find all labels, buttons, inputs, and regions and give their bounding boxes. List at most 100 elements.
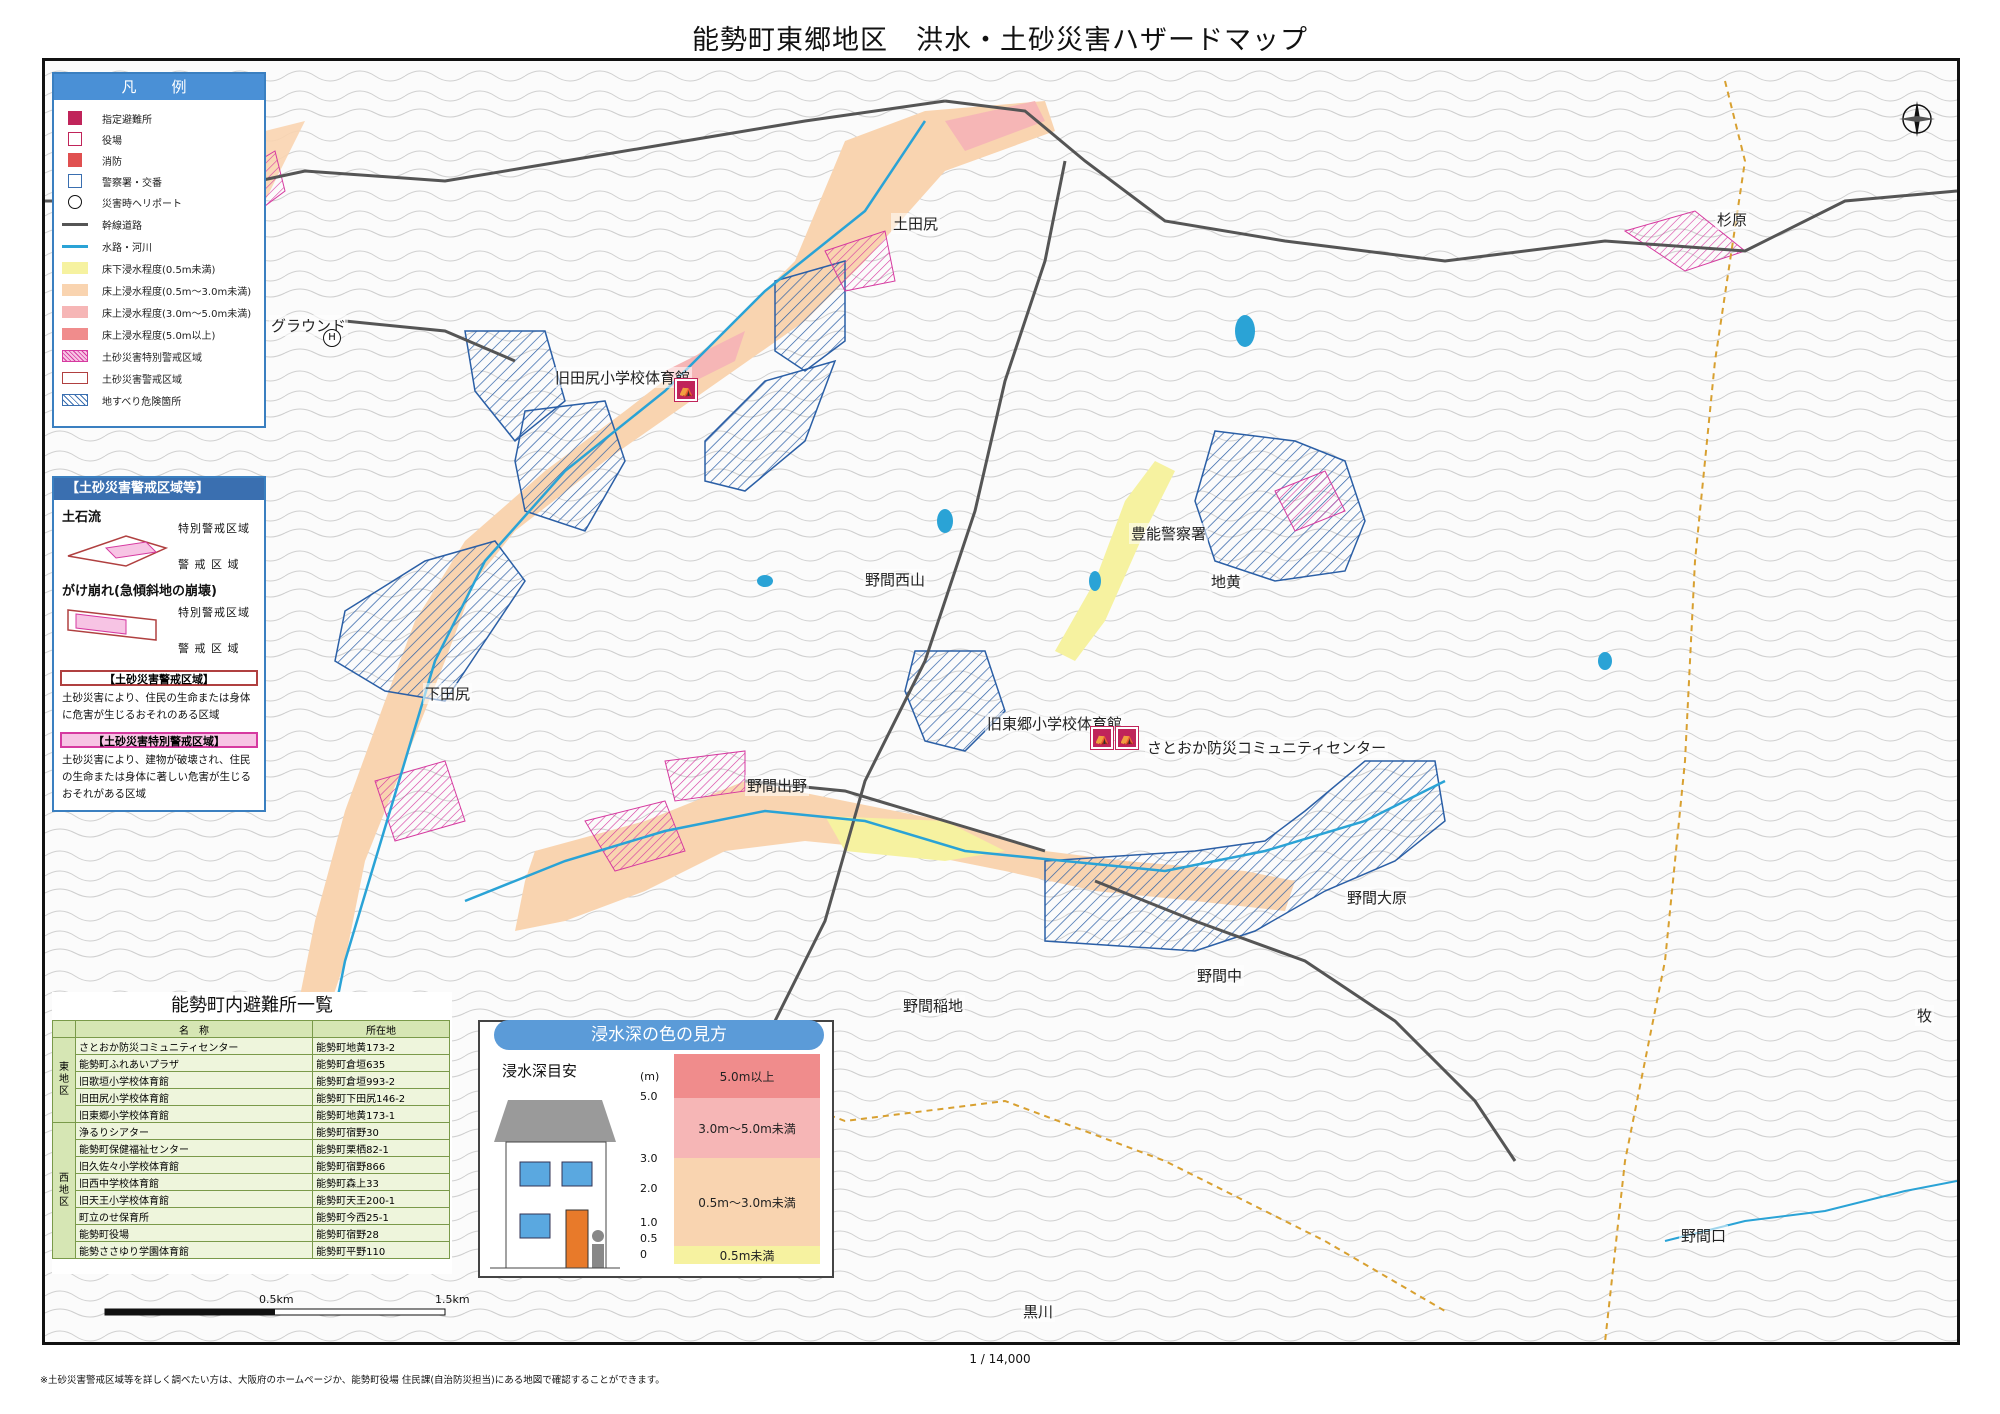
place-label: 野間口 xyxy=(1679,1225,1729,1246)
road-line xyxy=(62,222,88,226)
special-description: 土砂災害により、建物が破壊され、住民の生命または身体に著しい危害が生じるおそれが… xyxy=(62,754,251,800)
depth-tick: 1.0 xyxy=(640,1216,658,1229)
table-row: 旧天王小学校体育館 能勢町天王200-1 xyxy=(53,1190,450,1208)
depth-band: 0.5m未満 xyxy=(674,1246,820,1264)
table-row: 旧田尻小学校体育館 能勢町下田尻146-2 xyxy=(53,1088,450,1106)
place-label: 野間出野 xyxy=(745,775,810,796)
compass-icon xyxy=(1899,101,1935,137)
shelter-list: 能勢町内避難所一覧 名 称所在地 東地区 さとおか防災コミュニティセンター 能勢町地… xyxy=(52,992,452,1274)
legend-title: 凡 例 xyxy=(54,74,264,100)
warning-zone-label: 警 戒 区 域 xyxy=(178,558,240,571)
place-label: さとおか防災コミュニティセンター xyxy=(1145,737,1389,758)
depth-guide-panel: 浸水深の色の見方 浸水深目安 (m) 5.0 3.0 2.0 1.0 0.5 0… xyxy=(478,1020,834,1278)
shelter-marker[interactable]: ⛺ xyxy=(675,379,697,401)
landslide-swatch xyxy=(62,394,88,406)
flood-swatch xyxy=(62,262,88,274)
depth-tick: 5.0 xyxy=(640,1090,658,1103)
legend-item: 幹線道路 xyxy=(62,214,142,234)
depth-guide-subtitle: 浸水深目安 xyxy=(502,1062,578,1080)
special-zone-swatch xyxy=(62,350,88,362)
special-zone-label: 特別警戒区域 xyxy=(178,606,250,619)
special-zone-label: 特別警戒区域 xyxy=(178,522,250,535)
legend-item: 地すべり危険箇所 xyxy=(62,390,181,410)
table-row: 能勢ささゆり学園体育館 能勢町平野110 xyxy=(53,1241,450,1259)
table-row: 能勢町役場 能勢町宿野28 xyxy=(53,1224,450,1242)
heliport-icon: H xyxy=(323,329,341,347)
table-row: 西地区 浄るりシアター 能勢町宿野30 xyxy=(52,1122,450,1259)
flood-swatch xyxy=(62,284,88,296)
fire-station-icon xyxy=(68,153,82,167)
place-label: 野間中 xyxy=(1195,965,1245,986)
legend-panel: 凡 例 指定避難所 役場 消防 警察署・交番 災害時ヘリポート 幹線道路 水路・… xyxy=(52,72,266,428)
legend-item: 床上浸水程度(5.0m以上) xyxy=(62,324,215,344)
depth-unit: (m) xyxy=(640,1070,660,1083)
heliport-icon xyxy=(68,195,82,209)
debris-flow-diagram xyxy=(67,535,169,567)
warning-box: 【土砂災害警戒区域】 xyxy=(60,670,258,686)
page-title: 能勢町東郷地区 洪水・土砂災害ハザードマップ xyxy=(692,25,1308,56)
special-box: 【土砂災害特別警戒区域】 xyxy=(60,732,258,748)
table-row: 東地区 さとおか防災コミュニティセンター 能勢町地黄173-2 xyxy=(52,1037,450,1123)
place-label: 土田尻 xyxy=(891,213,941,234)
depth-tick: 0 xyxy=(640,1248,647,1261)
warning-zone-label: 警 戒 区 域 xyxy=(178,642,240,655)
table-row: 旧歌垣小学校体育館 能勢町倉垣993-2 xyxy=(53,1071,450,1089)
col-header: 所在地 xyxy=(312,1020,450,1038)
scale-mid-label: 0.5km xyxy=(259,1293,294,1306)
townhall-icon xyxy=(68,132,82,146)
flood-swatch xyxy=(62,328,88,340)
place-label: 野間西山 xyxy=(863,569,928,590)
legend-item: 消防 xyxy=(62,150,122,170)
table-row: 能勢町保健福祉センター 能勢町栗栖82-1 xyxy=(53,1139,450,1157)
legend-item: 役場 xyxy=(62,129,122,149)
river-line xyxy=(62,244,88,248)
table-row: 町立のせ保育所 能勢町今西25-1 xyxy=(53,1207,450,1225)
slope-failure-diagram xyxy=(67,609,157,641)
place-label: 杉原 xyxy=(1715,209,1750,230)
warning-zone-swatch xyxy=(62,372,88,384)
shelter-icon xyxy=(68,111,82,125)
debris-flow-label: 土石流 xyxy=(62,510,102,525)
place-label: 野間稲地 xyxy=(901,995,966,1016)
place-label: 黒川 xyxy=(1021,1301,1056,1322)
shelter-marker[interactable]: ⛺ ⛺ xyxy=(1091,727,1138,749)
sediment-zone-panel: 【土砂災害警戒区域等】 土石流 特別警戒区域 警 戒 区 域 がけ崩れ(急傾斜地… xyxy=(52,476,266,812)
place-label: 旧田尻小学校体育館 xyxy=(553,367,693,388)
depth-tick: 0.5 xyxy=(640,1232,658,1245)
footnote: ※土砂災害警戒区域等を詳しく調べたい方は、大阪府のホームページか、能勢町役場 住… xyxy=(40,1375,665,1386)
legend-item: 土砂災害警戒区域 xyxy=(62,368,182,388)
legend-item: 床上浸水程度(0.5m〜3.0m未満) xyxy=(62,280,251,300)
legend-item: 土砂災害特別警戒区域 xyxy=(62,346,202,366)
shelter-icon: ⛺ xyxy=(1116,727,1138,749)
legend-item: 警察署・交番 xyxy=(62,171,162,191)
place-label: 野間大原 xyxy=(1345,887,1410,908)
warning-description: 土砂災害により、住民の生命または身体に危害が生じるおそれのある区域 xyxy=(62,692,251,721)
scale-ratio: 1 / 14,000 xyxy=(969,1352,1031,1366)
place-label: 豊能警察署 xyxy=(1129,523,1209,544)
shelter-icon: ⛺ xyxy=(1091,727,1113,749)
legend-item: 水路・河川 xyxy=(62,236,152,256)
shelter-table: 名 称所在地 東地区 さとおか防災コミュニティセンター 能勢町地黄173-2 能勢町… xyxy=(52,1020,450,1259)
scale-end-label: 1.5km xyxy=(435,1293,470,1306)
place-label: 下田尻 xyxy=(423,683,473,704)
legend-item: 指定避難所 xyxy=(62,108,152,128)
house-illustration xyxy=(490,1100,620,1269)
depth-band: 5.0m以上 xyxy=(674,1054,820,1098)
depth-band: 0.5m〜3.0m未満 xyxy=(674,1158,820,1246)
depth-tick: 3.0 xyxy=(640,1152,658,1165)
shelter-list-title: 能勢町内避難所一覧 xyxy=(171,995,333,1016)
depth-band: 3.0m〜5.0m未満 xyxy=(674,1098,820,1158)
depth-tick: 2.0 xyxy=(640,1182,658,1195)
table-row: 旧久佐々小学校体育館 能勢町宿野866 xyxy=(53,1156,450,1174)
table-row: 能勢町ふれあいプラザ 能勢町倉垣635 xyxy=(53,1054,450,1072)
legend-item: 床下浸水程度(0.5m未満) xyxy=(62,258,215,278)
legend-item: 床上浸水程度(3.0m〜5.0m未満) xyxy=(62,302,251,322)
shelter-icon: ⛺ xyxy=(675,379,697,401)
flood-swatch xyxy=(62,306,88,318)
region-label: 西地区 xyxy=(52,1122,76,1259)
col-header: 名 称 xyxy=(74,1020,314,1038)
place-label: 牧 xyxy=(1915,1005,1935,1026)
table-row: 旧東郷小学校体育館 能勢町地黄173-1 xyxy=(53,1105,450,1123)
region-label: 東地区 xyxy=(52,1037,76,1123)
legend-item: 災害時ヘリポート xyxy=(62,192,182,212)
